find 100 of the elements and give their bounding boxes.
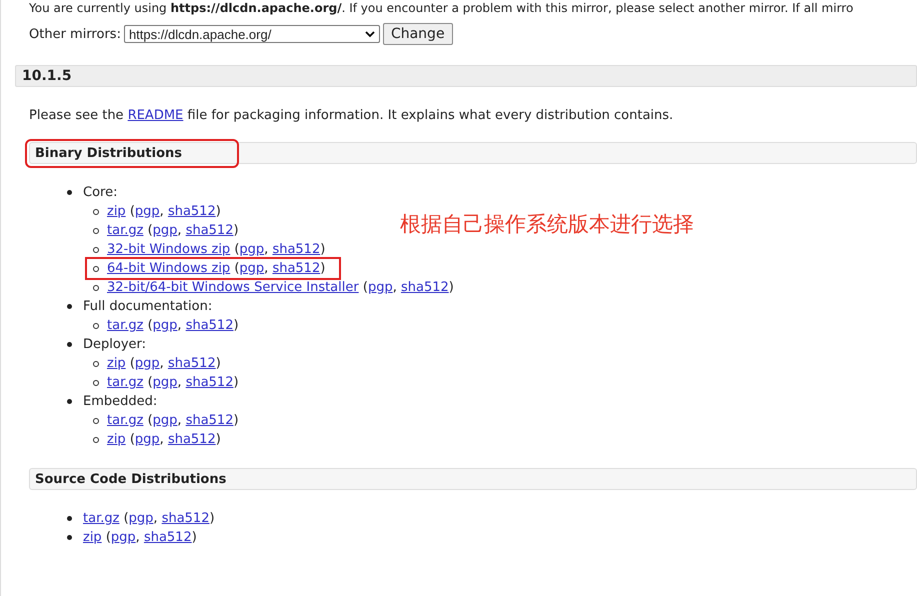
punctuation-text: ( [128,432,135,447]
download-link[interactable]: sha512 [272,261,320,276]
punctuation-text: , [160,204,165,219]
download-link[interactable]: pgp [239,261,264,276]
bullet-icon [93,418,99,424]
punctuation-text: , [177,318,183,333]
download-link[interactable]: sha512 [186,375,234,390]
download-link[interactable]: sha512 [168,204,216,219]
download-link[interactable]: 64-bit Windows zip [107,261,230,276]
punctuation-text: ) [320,242,326,257]
bullet-icon [93,436,99,442]
download-link[interactable]: zip [107,356,126,371]
punctuation-text: , [177,375,183,390]
punctuation-text: ) [192,530,197,545]
download-link[interactable]: 32-bit/64-bit Windows Service Installer [107,280,359,295]
readme-link[interactable]: README [128,108,184,123]
bullet-icon [93,266,99,272]
bullet-icon [93,322,99,328]
download-link[interactable]: tar.gz [107,318,144,333]
section-heading: Source Code Distributions [29,468,917,490]
punctuation-text: , [136,530,141,545]
group-label: Deployer: [83,337,146,352]
download-link[interactable]: 32-bit Windows zip [107,242,230,257]
group-label: Full documentation: [83,299,212,314]
change-button[interactable]: Change [382,23,453,45]
punctuation-text: ) [233,223,239,238]
mirror-dropdown[interactable]: https://dlcdn.apache.org/ [124,25,380,43]
punctuation-text: ) [216,204,221,219]
bullet-icon [67,399,72,404]
punctuation-text: ( [362,280,368,295]
punctuation-text: ) [209,511,215,526]
bullet-icon [67,342,72,347]
download-link[interactable]: pgp [128,511,154,526]
punctuation-text: ) [216,356,221,371]
punctuation-text: , [153,511,159,526]
punctuation-text: ( [146,318,153,333]
download-link[interactable]: pgp [152,223,178,238]
punctuation-text: ( [146,413,153,428]
punctuation-text: ) [233,318,239,333]
punctuation-text: , [160,432,165,447]
mirror-label: Other mirrors: [29,26,121,42]
download-link[interactable]: tar.gz [83,511,120,526]
download-link[interactable]: pgp [368,280,393,295]
punctuation-text: ( [128,204,135,219]
download-link[interactable]: sha512 [186,223,234,238]
download-link[interactable]: zip [83,530,102,545]
punctuation-text: ( [146,223,153,238]
download-link[interactable]: sha512 [186,318,234,333]
download-link[interactable]: pgp [134,204,160,219]
bullet-icon [93,208,99,214]
download-link[interactable]: sha512 [162,511,210,526]
download-link[interactable]: pgp [152,375,178,390]
bullet-icon [67,190,72,195]
download-link[interactable]: sha512 [168,356,216,371]
punctuation-text: ( [146,375,153,390]
download-link[interactable]: sha512 [168,432,216,447]
download-link[interactable]: tar.gz [107,223,144,238]
download-link[interactable]: sha512 [272,242,320,257]
punctuation-text: ( [233,261,240,276]
bullet-icon [93,284,99,290]
download-link[interactable]: tar.gz [107,375,144,390]
punctuation-text: , [177,223,183,238]
download-link[interactable]: pgp [152,413,178,428]
download-link[interactable]: pgp [152,318,178,333]
punctuation-text: ) [233,375,239,390]
mirror-notice: You are currently using https://dlcdn.apache.org/. If you encounter a problem with this mirror, please select another mirror. If all mirro [28,0,854,15]
bullet-icon [93,360,99,366]
punctuation-text: , [264,261,270,276]
download-link[interactable]: zip [107,204,126,219]
punctuation-text: , [160,356,165,371]
download-link[interactable]: pgp [134,356,160,371]
download-link[interactable]: pgp [110,530,136,545]
punctuation-text: , [177,413,183,428]
download-link[interactable]: sha512 [144,530,192,545]
download-link[interactable]: sha512 [400,280,449,295]
punctuation-text: , [392,280,398,295]
punctuation-text: ) [233,413,239,428]
download-link[interactable]: tar.gz [107,413,144,428]
download-link[interactable]: zip [107,432,126,447]
readme-text: Please see the README file for packaging information. It explains what every distribution contains. [29,108,674,123]
group-label: Core: [83,185,118,200]
download-link[interactable]: sha512 [186,413,234,428]
punctuation-text: ( [233,242,240,257]
download-link[interactable]: pgp [134,432,160,447]
bullet-icon [67,516,72,521]
annotation-note: 根据自己操作系统版本进行选择 [400,211,694,238]
bullet-icon [67,535,72,540]
bullet-icon [93,380,99,386]
punctuation-text: ) [320,261,326,276]
bullet-icon [93,228,99,234]
punctuation-text: , [264,242,270,257]
download-link[interactable]: pgp [239,242,264,257]
punctuation-text: ( [128,356,135,371]
bullet-icon [67,304,72,309]
group-label: Embedded: [83,394,158,409]
bullet-icon [93,246,99,252]
version-heading: 10.1.5 [15,65,917,87]
punctuation-text: ) [448,280,454,295]
chevron-down-icon [364,30,375,38]
punctuation-text: ( [122,511,129,526]
